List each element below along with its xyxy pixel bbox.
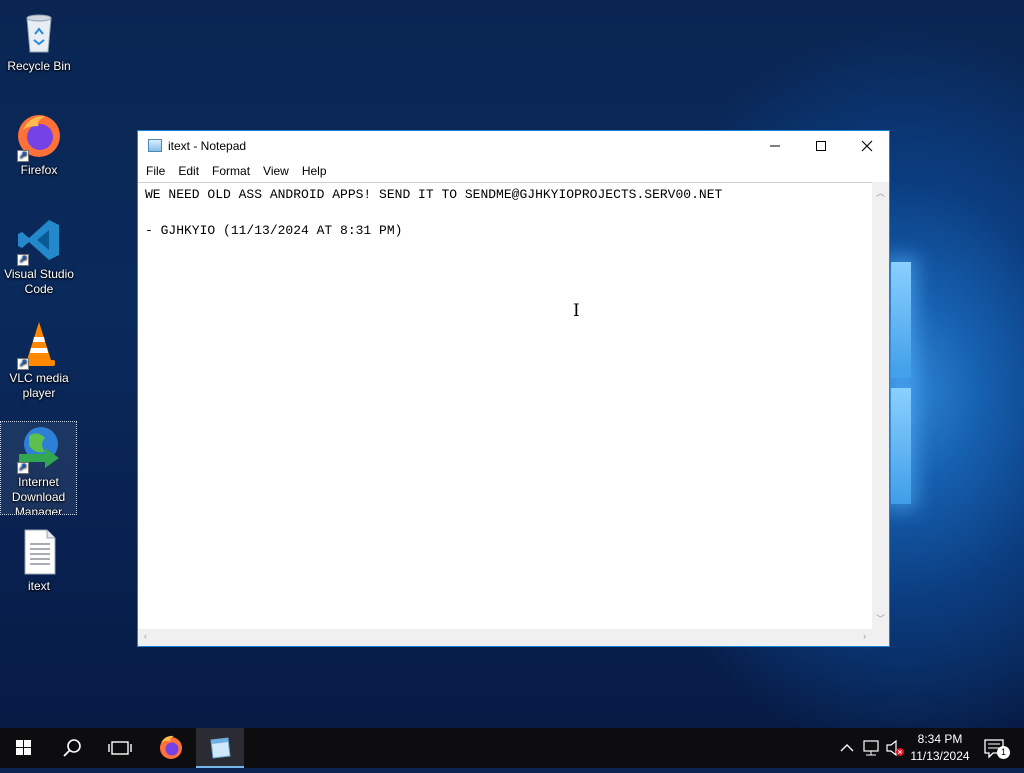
notepad-icon <box>210 737 231 759</box>
desktop-icon-label: VLC media player <box>9 371 69 400</box>
firefox-icon <box>160 735 182 759</box>
network-status[interactable] <box>859 728 883 768</box>
task-view-button[interactable] <box>96 728 144 768</box>
desktop-icon-vscode[interactable]: Visual Studio Code <box>2 216 76 297</box>
scroll-up-icon[interactable]: ︿ <box>876 186 885 199</box>
minimize-button[interactable] <box>752 131 798 161</box>
horizontal-scrollbar[interactable]: ‹ › <box>138 629 872 646</box>
desktop-icon-recycle-bin[interactable]: Recycle Bin <box>2 8 76 74</box>
desktop-icon-idm[interactable]: Internet Download Manager <box>0 421 77 515</box>
resize-grip-icon[interactable] <box>872 629 889 646</box>
shortcut-arrow-icon <box>16 460 29 475</box>
notepad-window[interactable]: itext - Notepad File Edit Format View Help W… <box>137 130 890 647</box>
scroll-down-icon[interactable]: ﹀ <box>876 612 885 625</box>
title-bar[interactable]: itext - Notepad <box>138 131 889 161</box>
task-view-icon <box>108 741 132 755</box>
scroll-right-icon[interactable]: › <box>863 631 866 641</box>
menu-format[interactable]: Format <box>207 161 255 182</box>
text-cursor-icon: I <box>573 301 580 321</box>
menu-view[interactable]: View <box>258 161 294 182</box>
vscode-icon <box>15 216 63 267</box>
menu-edit[interactable]: Edit <box>173 161 204 182</box>
scroll-left-icon[interactable]: ‹ <box>144 631 147 641</box>
desktop-icon-label: Recycle Bin <box>7 59 71 73</box>
notification-icon <box>984 739 1004 759</box>
shortcut-arrow-icon <box>17 356 29 371</box>
shortcut-arrow-icon <box>17 148 29 163</box>
menu-help[interactable]: Help <box>297 161 332 182</box>
volume-muted-icon <box>886 739 904 757</box>
taskbar-notepad[interactable] <box>196 728 244 768</box>
start-button[interactable] <box>0 728 48 768</box>
desktop-icon-label: Internet Download Manager <box>11 475 66 514</box>
menu-file[interactable]: File <box>141 161 170 182</box>
text-file-icon <box>15 528 63 576</box>
vlc-icon <box>15 320 63 371</box>
desktop-icon-label: itext <box>27 579 50 593</box>
shortcut-arrow-icon <box>17 252 29 267</box>
search-icon <box>63 739 81 757</box>
vertical-scrollbar[interactable]: ︿ ﹀ <box>872 182 889 629</box>
desktop-icon-label: Firefox <box>20 163 58 177</box>
close-button[interactable] <box>844 131 890 161</box>
network-icon <box>863 740 879 756</box>
clock-date: 11/13/2024 <box>910 749 970 763</box>
chevron-up-icon <box>840 744 854 752</box>
menu-bar: File Edit Format View Help <box>138 161 889 182</box>
clock[interactable]: 8:34 PM 11/13/2024 <box>907 728 973 768</box>
recycle-bin-icon <box>15 8 63 56</box>
notepad-icon <box>148 139 162 152</box>
search-button[interactable] <box>48 728 96 768</box>
notification-count-badge: 1 <box>997 746 1010 759</box>
maximize-button[interactable] <box>798 131 844 161</box>
desktop-icon-firefox[interactable]: Firefox <box>2 112 76 178</box>
desktop-icon-vlc[interactable]: VLC media player <box>2 320 76 401</box>
idm-icon <box>15 424 63 475</box>
text-editor[interactable]: WE NEED OLD ASS ANDROID APPS! SEND IT TO… <box>138 182 872 629</box>
taskbar: 8:34 PM 11/13/2024 1 <box>0 728 1024 768</box>
desktop-icon-itext[interactable]: itext <box>2 528 76 594</box>
action-center-button[interactable]: 1 <box>976 728 1016 768</box>
desktop-icon-label: Visual Studio Code <box>4 267 74 296</box>
clock-time: 8:34 PM <box>917 732 963 746</box>
taskbar-firefox[interactable] <box>147 728 195 768</box>
firefox-icon <box>15 112 63 163</box>
show-hidden-icons-button[interactable] <box>836 728 858 768</box>
volume-status[interactable] <box>883 728 907 768</box>
window-title: itext - Notepad <box>168 139 247 153</box>
